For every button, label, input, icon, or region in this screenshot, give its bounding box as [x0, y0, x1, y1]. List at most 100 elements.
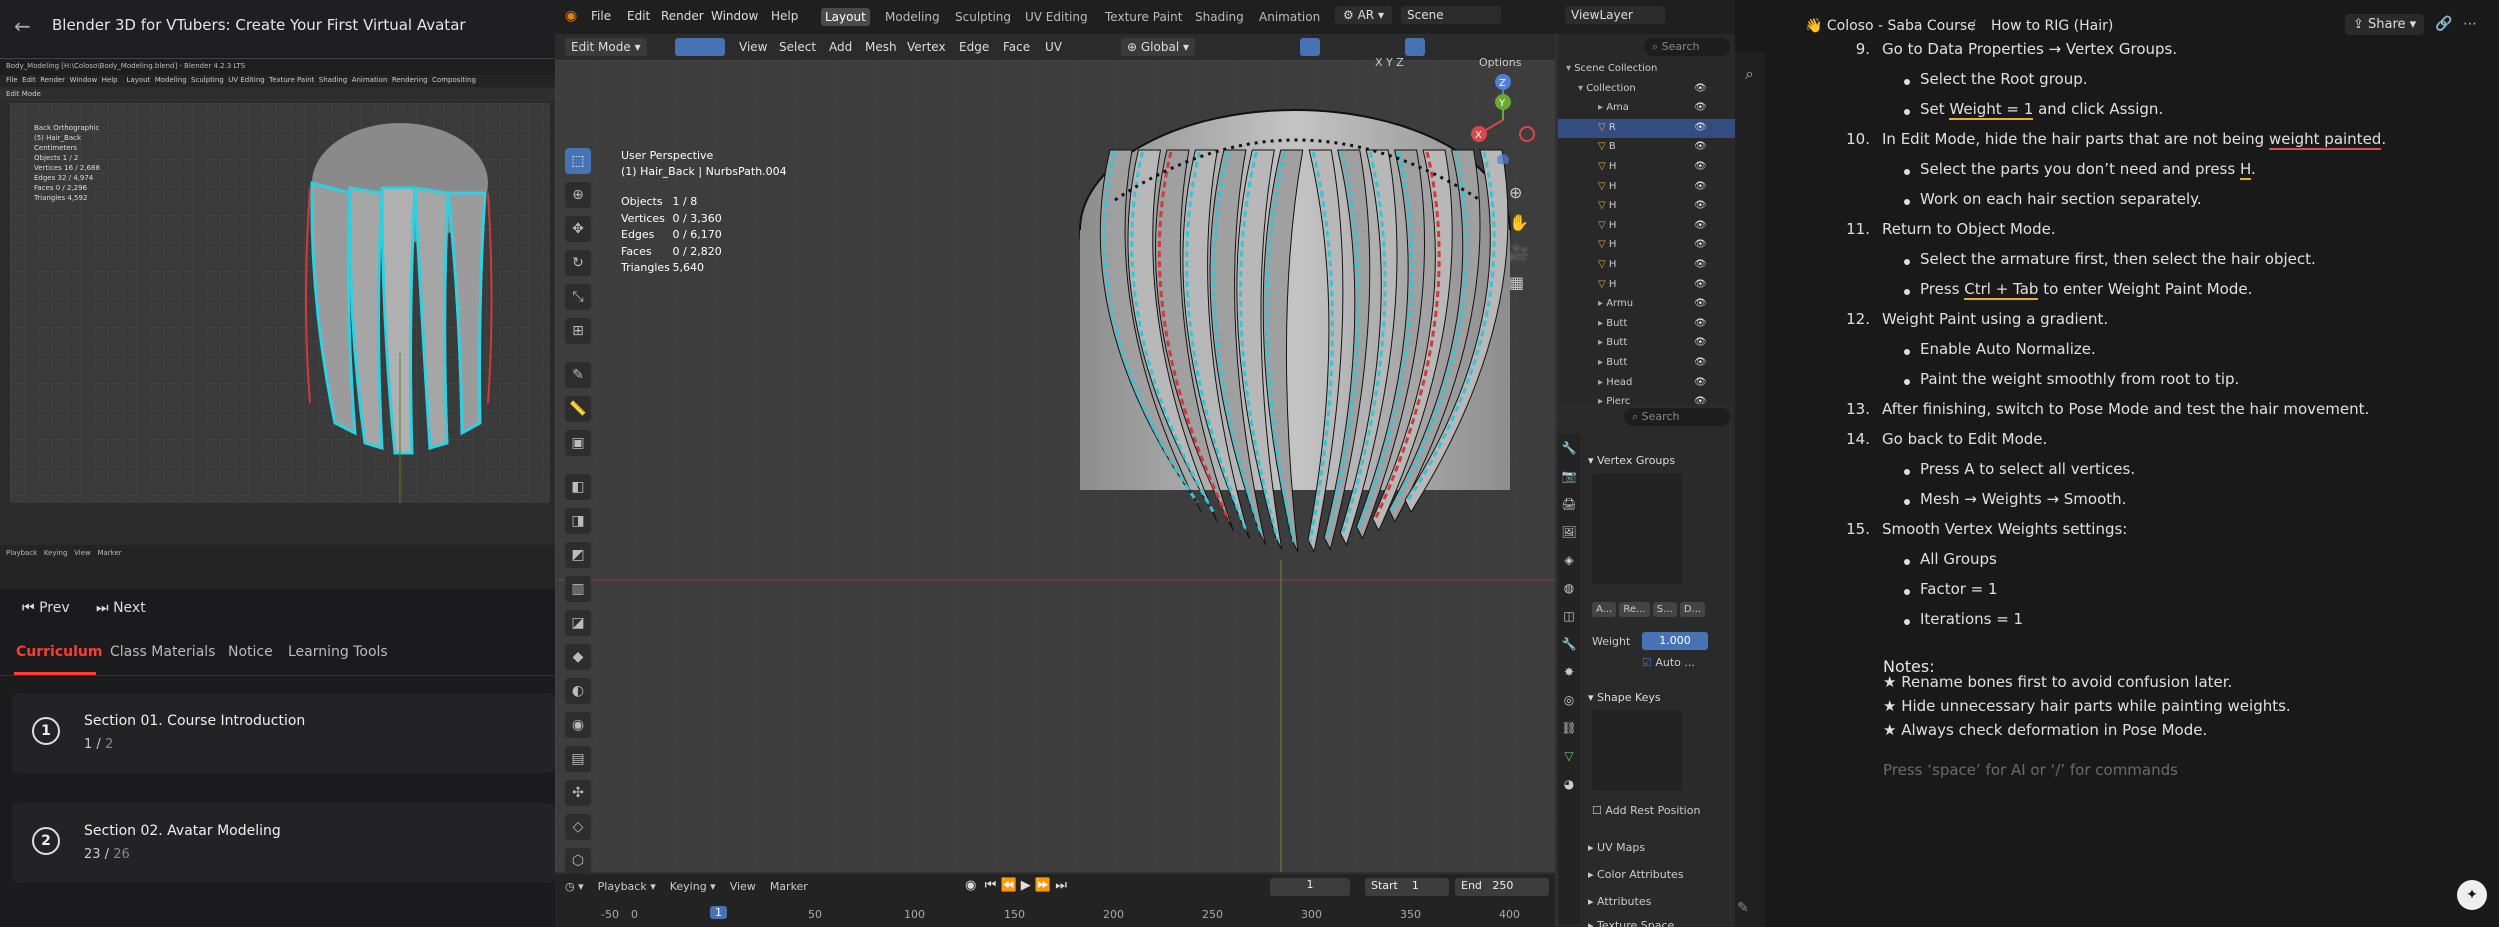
ws-animation[interactable]: Animation — [1255, 8, 1324, 26]
outliner-item[interactable]: ▽ H 👁 — [1558, 178, 1735, 197]
timeline-menu-view[interactable]: View — [730, 880, 756, 893]
axis-lock-buttons[interactable]: X Y Z — [1375, 56, 1404, 69]
add-rest-position-checkbox[interactable]: ☐ Add Rest Position — [1592, 804, 1700, 817]
vg-assign-button[interactable]: A... — [1592, 602, 1617, 617]
menu-window[interactable]: Window — [711, 9, 758, 23]
axis-x[interactable]: X — [1375, 56, 1383, 69]
shrink-icon[interactable]: ✣ — [565, 780, 591, 806]
spin-icon[interactable]: ◐ — [565, 678, 591, 704]
blender-logo-icon[interactable]: ◉ — [565, 8, 577, 24]
visibility-eye-icon[interactable]: 👁 — [1694, 141, 1707, 152]
select-mode-buttons[interactable] — [675, 38, 725, 56]
ws-layout[interactable]: Layout — [821, 8, 870, 26]
edit-icon[interactable]: ✎ — [1737, 900, 1749, 916]
knife-icon[interactable]: ◪ — [565, 610, 591, 636]
mode-select[interactable]: Edit Mode ▾ — [565, 38, 647, 56]
visibility-eye-icon[interactable]: 👁 — [1694, 122, 1707, 133]
physics-tab-icon[interactable]: ◎ — [1558, 686, 1580, 714]
playhead[interactable]: 1 — [710, 906, 727, 919]
move-icon[interactable]: ✥ — [565, 216, 591, 242]
menu-help[interactable]: Help — [771, 9, 798, 23]
shape-keys-panel[interactable]: ▾ Shape Keys — [1588, 691, 1661, 704]
header-menu-view[interactable]: View — [739, 40, 767, 54]
outliner-item[interactable]: ▽ H 👁 — [1558, 256, 1735, 275]
snap-toggle[interactable] — [1300, 38, 1320, 56]
tab-learning-tools[interactable]: Learning Tools — [288, 644, 388, 660]
world-tab-icon[interactable]: ◍ — [1558, 574, 1580, 602]
measure-icon[interactable]: 📏 — [565, 396, 591, 422]
section-card[interactable]: 1 Section 01. Course Introduction 1 / 2 — [12, 693, 555, 773]
visibility-eye-icon[interactable]: 👁 — [1694, 239, 1707, 250]
header-menu-select[interactable]: Select — [779, 40, 816, 54]
poly-build-icon[interactable]: ◆ — [565, 644, 591, 670]
navigation-gizmo[interactable]: Z Y X — [1457, 74, 1547, 164]
smooth-icon[interactable]: ◉ — [565, 712, 591, 738]
header-menu-face[interactable]: Face — [1003, 40, 1030, 54]
rip-icon[interactable]: ⬡ — [565, 848, 591, 874]
edge-slide-icon[interactable]: ▤ — [565, 746, 591, 772]
add-cube-icon[interactable]: ▣ — [565, 430, 591, 456]
output-tab-icon[interactable]: 🖨 — [1558, 490, 1580, 518]
current-frame-field[interactable]: 1 — [1270, 878, 1350, 896]
cursor-icon[interactable]: ⊕ — [565, 182, 591, 208]
3d-viewport[interactable]: ⬚ ⊕ ✥ ↻ ⤡ ⊞ ✎ 📏 ▣ ◧ ◨ ◩ ▥ ◪ ◆ ◐ ◉ ▤ ✣ ◇ … — [555, 56, 1719, 874]
visibility-eye-icon[interactable]: 👁 — [1694, 377, 1707, 388]
next-button[interactable]: ⏭ Next — [96, 600, 146, 616]
timeline-menu-keying[interactable]: Keying — [670, 880, 707, 893]
outliner-item[interactable]: ▸ Head 👁 — [1558, 374, 1735, 393]
visibility-eye-icon[interactable]: 👁 — [1694, 337, 1707, 348]
inset-icon[interactable]: ◨ — [565, 508, 591, 534]
outliner-item[interactable]: ▽ R 👁 — [1558, 118, 1735, 138]
menu-edit[interactable]: Edit — [627, 9, 650, 23]
outliner-item[interactable]: ▽ H 👁 — [1558, 197, 1735, 216]
scale-icon[interactable]: ⤡ — [565, 284, 591, 310]
video-frame[interactable]: Body_Modeling [H:\Coloso\Body_Modeling.b… — [0, 58, 555, 589]
extrude-icon[interactable]: ◧ — [565, 474, 591, 500]
grid-view-icon[interactable]: ▦ — [1509, 268, 1529, 298]
view-layer-tab-icon[interactable]: 🖼 — [1558, 518, 1580, 546]
modifier-tab-icon[interactable]: 🔧 — [1558, 630, 1580, 658]
prev-button[interactable]: ⏮ Prev — [22, 600, 70, 616]
vertex-group-list[interactable] — [1592, 474, 1682, 584]
orientation-select[interactable]: ⊕ Global ▾ — [1121, 38, 1195, 56]
timeline-editor-icon[interactable]: ◷ ▾ — [565, 880, 584, 893]
axis-z[interactable]: Z — [1396, 56, 1404, 69]
uv-maps-panel[interactable]: ▸ UV Maps — [1588, 841, 1645, 854]
language-select[interactable]: ⚙ AR ▾ — [1335, 6, 1392, 24]
timeline-ruler[interactable]: -50 0 1 50 100 150 200 250 300 350 400 — [555, 904, 1555, 927]
visibility-eye-icon[interactable]: 👁 — [1694, 279, 1707, 290]
material-tab-icon[interactable]: ◕ — [1558, 770, 1580, 798]
outliner-item[interactable]: ▽ H 👁 — [1558, 236, 1735, 255]
ws-shading[interactable]: Shading — [1191, 8, 1248, 26]
tab-notice[interactable]: Notice — [228, 644, 273, 660]
axis-y[interactable]: Y — [1386, 56, 1393, 69]
section-card[interactable]: 2 Section 02. Avatar Modeling 23 / 26 — [12, 803, 555, 883]
header-menu-edge[interactable]: Edge — [959, 40, 989, 54]
pan-hand-icon[interactable]: ✋ — [1509, 208, 1529, 238]
timeline-menu-marker[interactable]: Marker — [770, 880, 808, 893]
command-placeholder[interactable]: Press ‘space’ for AI or ‘/’ for commands — [1883, 761, 2178, 779]
annotate-icon[interactable]: ✎ — [565, 362, 591, 388]
outliner-item[interactable]: ▸ Armu 👁 — [1558, 295, 1735, 314]
outliner-search[interactable]: ⌕ Search — [1644, 38, 1730, 56]
scene-tab-icon[interactable]: ◈ — [1558, 546, 1580, 574]
header-menu-add[interactable]: Add — [829, 40, 852, 54]
data-tab-icon[interactable]: ▽ — [1558, 742, 1580, 770]
overlay-toggle[interactable] — [1405, 38, 1425, 56]
visibility-eye-icon[interactable]: 👁 — [1694, 200, 1707, 211]
texture-space-panel[interactable]: ▸ Texture Space — [1588, 919, 1674, 927]
bevel-icon[interactable]: ◩ — [565, 542, 591, 568]
visibility-eye-icon[interactable]: 👁 — [1694, 102, 1707, 113]
visibility-eye-icon[interactable]: 👁 — [1694, 181, 1707, 192]
back-arrow-icon[interactable]: ← — [14, 14, 31, 38]
timeline-menu-playback[interactable]: Playback — [598, 880, 647, 893]
weight-field[interactable]: 1.000 — [1642, 632, 1708, 650]
outliner-item[interactable]: ▸ Ama 👁 — [1558, 99, 1735, 118]
header-menu-mesh[interactable]: Mesh — [865, 40, 897, 54]
outliner-item[interactable]: ▽ H 👁 — [1558, 276, 1735, 295]
outliner-item[interactable]: ▽ H 👁 — [1558, 158, 1735, 177]
select-box-icon[interactable]: ⬚ — [565, 148, 591, 174]
outliner-item[interactable]: ▸ Butt 👁 — [1558, 315, 1735, 334]
header-menu-uv[interactable]: UV — [1045, 40, 1062, 54]
start-frame-field[interactable]: Start 1 — [1365, 878, 1449, 896]
